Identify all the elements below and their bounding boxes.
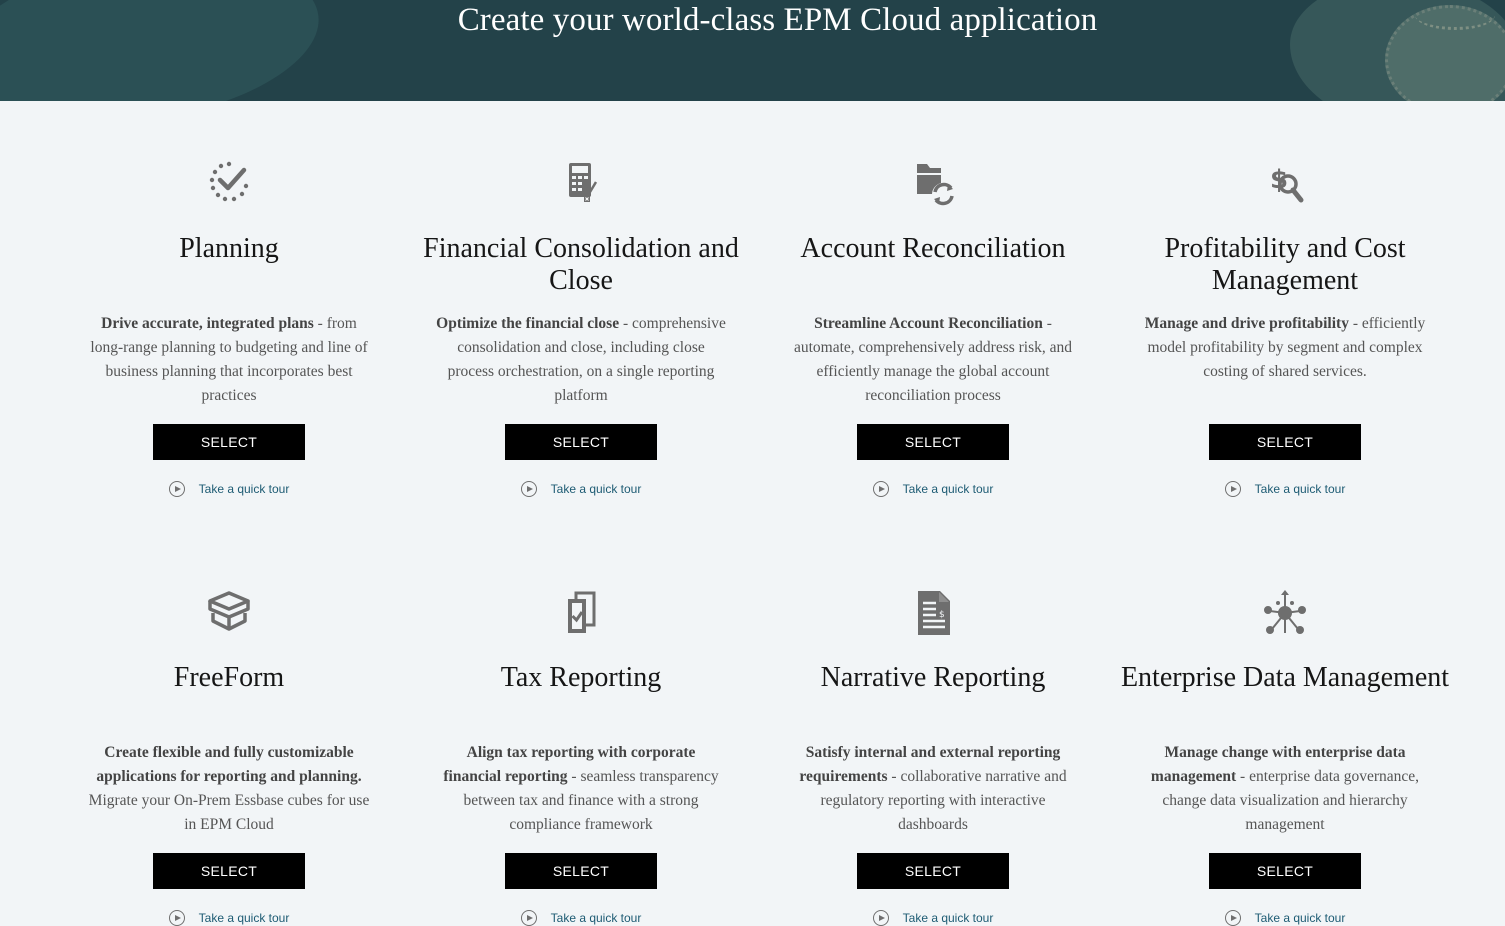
quick-tour-label: Take a quick tour xyxy=(902,482,994,496)
quick-tour-link[interactable]: Take a quick tour xyxy=(411,481,751,497)
hierarchy-network-icon xyxy=(1260,589,1310,637)
card-description-bold: Streamline Account Reconciliation xyxy=(814,315,1043,332)
card-description: Optimize the financial close - comprehen… xyxy=(411,312,751,408)
quick-tour-label: Take a quick tour xyxy=(550,911,642,925)
card-description-bold: Create flexible and fully customizable a… xyxy=(96,744,362,785)
card-title: Planning xyxy=(179,233,279,264)
dollar-search-icon: $ xyxy=(1260,160,1310,208)
quick-tour-label: Take a quick tour xyxy=(1254,482,1346,496)
card-description: Drive accurate, integrated plans - from … xyxy=(59,312,399,408)
select-button[interactable]: SELECT xyxy=(1209,853,1361,889)
select-button[interactable]: SELECT xyxy=(505,853,657,889)
card-title: Financial Consolidation and Close xyxy=(423,233,739,296)
card-title: Account Reconciliation xyxy=(800,233,1066,264)
svg-text:$: $ xyxy=(939,610,945,620)
card-description: Streamline Account Reconciliation - auto… xyxy=(763,312,1103,408)
card-description: Satisfy internal and external reporting … xyxy=(763,741,1103,837)
card-description: Create flexible and fully customizable a… xyxy=(59,741,399,837)
card-description-bold: Manage and drive profitability xyxy=(1144,315,1349,332)
quick-tour-link[interactable]: Take a quick tour xyxy=(763,481,1103,497)
quick-tour-label: Take a quick tour xyxy=(198,911,290,925)
select-button[interactable]: SELECT xyxy=(153,853,305,889)
play-circle-icon xyxy=(168,481,185,497)
play-circle-icon xyxy=(1224,481,1241,497)
card-description-text: Migrate your On-Prem Essbase cubes for u… xyxy=(88,792,370,833)
calculator-icon xyxy=(556,160,606,208)
card-description: Manage change with enterprise data manag… xyxy=(1115,741,1455,837)
card-title: Narrative Reporting xyxy=(820,662,1046,693)
cube-boxes-icon xyxy=(204,589,254,637)
report-document-icon: $ xyxy=(908,589,958,637)
quick-tour-link[interactable]: Take a quick tour xyxy=(59,481,399,497)
play-circle-icon xyxy=(520,481,537,497)
select-button[interactable]: SELECT xyxy=(857,853,1009,889)
quick-tour-label: Take a quick tour xyxy=(198,482,290,496)
page-title: Create your world-class EPM Cloud applic… xyxy=(457,2,1098,38)
select-button[interactable]: SELECT xyxy=(505,424,657,460)
card-description: Align tax reporting with corporate finan… xyxy=(411,741,751,837)
card-description-bold: Drive accurate, integrated plans xyxy=(101,315,314,332)
planning-check-icon xyxy=(204,160,254,208)
quick-tour-label: Take a quick tour xyxy=(550,482,642,496)
select-button[interactable]: SELECT xyxy=(857,424,1009,460)
header-banner: Create your world-class EPM Cloud applic… xyxy=(0,0,1505,101)
tax-documents-icon xyxy=(556,589,606,637)
card-title: FreeForm xyxy=(173,662,285,693)
card-description-bold: Optimize the financial close xyxy=(436,315,620,332)
card-title: Tax Reporting xyxy=(500,662,662,693)
card-title: Profitability and Cost Management xyxy=(1164,233,1406,296)
play-circle-icon xyxy=(872,481,889,497)
card-title: Enterprise Data Management xyxy=(1120,662,1450,693)
select-button[interactable]: SELECT xyxy=(1209,424,1361,460)
select-button[interactable]: SELECT xyxy=(153,424,305,460)
quick-tour-label: Take a quick tour xyxy=(902,911,994,925)
folder-sync-icon xyxy=(908,160,958,208)
card-description: Manage and drive profitability - efficie… xyxy=(1115,312,1455,384)
quick-tour-link[interactable]: Take a quick tour xyxy=(1115,481,1455,497)
quick-tour-label: Take a quick tour xyxy=(1254,911,1346,925)
